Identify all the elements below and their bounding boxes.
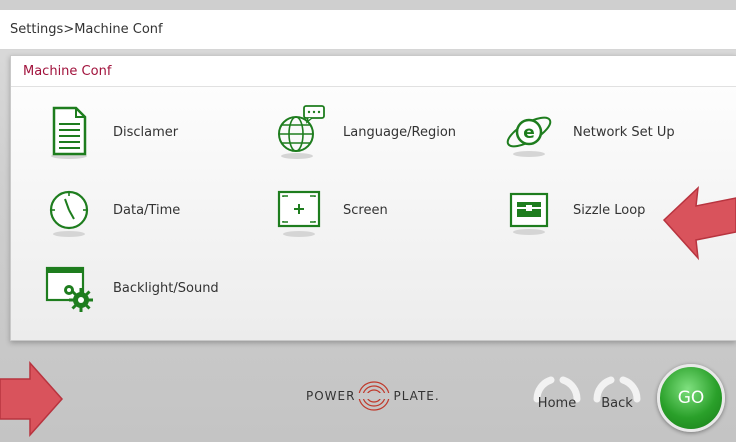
power-plate-logo: POWER PLATE. (306, 379, 440, 413)
svg-text:e: e (523, 123, 535, 143)
menu-item-label: Screen (343, 202, 388, 218)
machine-conf-panel: Machine Conf Disclamer Language/Region e… (10, 55, 736, 341)
menu-item-label: Backlight/Sound (113, 280, 219, 296)
right-arrow-icon (0, 361, 64, 437)
menu-item-backlight-sound[interactable]: Backlight/Sound (41, 260, 219, 316)
menu-item-sizzle-loop[interactable]: Sizzle Loop (501, 182, 645, 238)
menu-item-label: Data/Time (113, 202, 181, 218)
logo-text-left: POWER (306, 389, 356, 403)
clock-icon (41, 182, 97, 238)
menu-item-screen[interactable]: Screen (271, 182, 388, 238)
menu-item-language-region[interactable]: Language/Region (271, 104, 456, 160)
globe-icon (271, 104, 327, 160)
breadcrumb-text: Settings>Machine Conf (10, 22, 163, 37)
back-button[interactable]: Back (589, 371, 645, 427)
menu-item-data-time[interactable]: Data/Time (41, 182, 180, 238)
document-icon (41, 104, 97, 160)
back-label: Back (601, 395, 633, 411)
logo-text-right: PLATE. (393, 389, 440, 403)
home-button[interactable]: Home (529, 371, 585, 427)
menu-item-label: Language/Region (343, 124, 457, 140)
machine-conf-screen: Settings>Machine Conf Machine Conf Discl (0, 0, 736, 442)
menu-item-label: Sizzle Loop (573, 202, 646, 218)
pointer-arrow-icon (662, 186, 736, 261)
menu-item-disclaimer[interactable]: Disclamer (41, 104, 178, 160)
panel-header: Machine Conf (11, 56, 736, 87)
home-label: Home (537, 395, 577, 411)
go-label: GO (677, 388, 705, 408)
screen-icon (271, 182, 327, 238)
logo-mark-icon (357, 381, 392, 411)
sizzle-loop-icon (501, 182, 557, 238)
go-button[interactable]: GO (657, 364, 725, 432)
backlight-sound-icon (41, 260, 97, 316)
menu-item-network-set-up[interactable]: e Network Set Up (501, 104, 675, 160)
menu-item-label: Network Set Up (573, 124, 675, 140)
network-icon: e (501, 104, 557, 160)
breadcrumb: Settings>Machine Conf (0, 10, 736, 50)
footer: POWER PLATE. Home Back GO (0, 341, 736, 442)
top-strip (0, 0, 736, 10)
panel-title: Machine Conf (23, 63, 112, 79)
menu-item-label: Disclamer (113, 124, 179, 140)
